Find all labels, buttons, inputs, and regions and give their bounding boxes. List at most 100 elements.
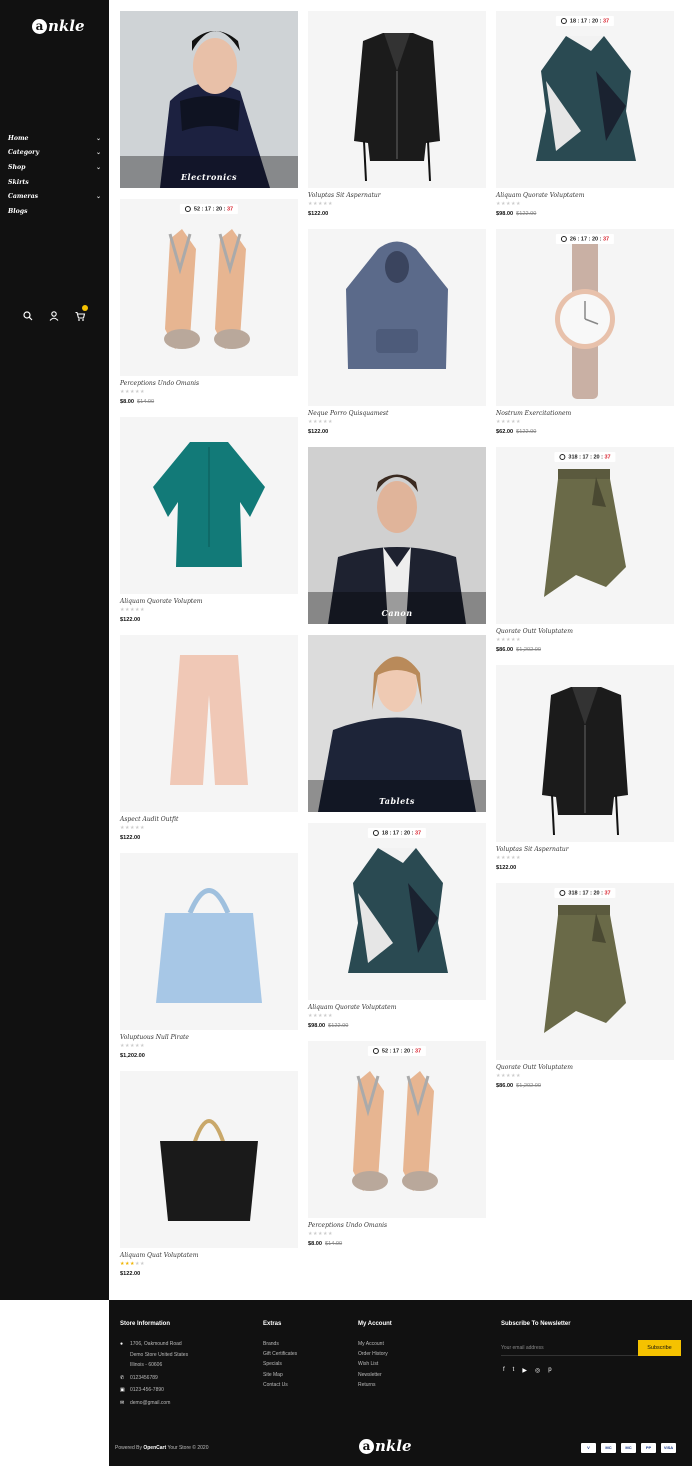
product-image[interactable]: 318 : 17 : 20 : 37	[496, 883, 674, 1060]
nav-item-label: Cameras	[8, 193, 39, 201]
category-banner[interactable]: Electronics	[120, 11, 298, 188]
banner-title[interactable]: Electronics	[120, 172, 298, 182]
product-image[interactable]	[308, 11, 486, 188]
nav-item-label: Category	[8, 149, 40, 157]
product-name[interactable]: Voluptas Sit Aspernatur	[308, 192, 381, 199]
search-icon[interactable]	[22, 309, 34, 321]
product-card[interactable]: Aliquam Quat Voluptatem ★★★★★ $122.00	[120, 1071, 298, 1281]
extras-title: Extras	[263, 1321, 282, 1327]
instagram-icon[interactable]: ◎	[535, 1367, 540, 1374]
youtube-icon[interactable]: ▶	[522, 1367, 527, 1374]
product-image[interactable]: 52 : 17 : 20 : 37	[308, 1041, 486, 1218]
nav-item-home[interactable]: Home ⌄	[8, 131, 101, 146]
product-name[interactable]: Aliquam Quorate Voluptatem	[308, 1004, 396, 1011]
footer-link[interactable]: Newsletter	[358, 1370, 392, 1380]
nav-item-category[interactable]: Category ⌄	[8, 146, 101, 161]
product-name[interactable]: Aliquam Quat Voluptatem	[120, 1252, 198, 1259]
footer-link[interactable]: Order History	[358, 1349, 392, 1359]
product-image[interactable]	[308, 229, 486, 406]
newsletter-email-input[interactable]: Your email address	[501, 1340, 638, 1356]
clock-icon	[559, 890, 566, 896]
product-name[interactable]: Quorate Outt Voluptatem	[496, 1064, 573, 1071]
rating-stars: ★★★★★	[496, 637, 521, 643]
product-name[interactable]: Perceptions Undo Omanis	[120, 380, 199, 387]
facebook-icon[interactable]: f	[503, 1367, 505, 1374]
product-name[interactable]: Aspect Audit Outfit	[120, 816, 178, 823]
product-image[interactable]: 318 : 17 : 20 : 37	[496, 447, 674, 624]
clock-icon	[559, 454, 566, 460]
twitter-icon[interactable]: t	[513, 1367, 515, 1374]
cart-icon[interactable]	[74, 305, 88, 321]
banner-image[interactable]: Tablets	[308, 635, 486, 812]
nav-item-blogs[interactable]: Blogs	[8, 204, 101, 219]
category-banner[interactable]: Tablets	[308, 635, 486, 812]
nav-item-skirts[interactable]: Skirts	[8, 175, 101, 190]
banner-image[interactable]: Canon	[308, 447, 486, 624]
product-image[interactable]: 18 : 17 : 20 : 37	[308, 823, 486, 1000]
clock-icon	[372, 830, 379, 836]
footer-link[interactable]: Gift Certificates	[263, 1349, 297, 1359]
category-banner[interactable]: Canon	[308, 447, 486, 624]
product-image[interactable]	[120, 853, 298, 1030]
product-name[interactable]: Quorate Outt Voluptatem	[496, 628, 573, 635]
product-image[interactable]	[120, 417, 298, 594]
product-name[interactable]: Voluptuous Null Pirate	[120, 1034, 189, 1041]
product-image[interactable]: 18 : 17 : 20 : 37	[496, 11, 674, 188]
nav-item-shop[interactable]: Shop ⌄	[8, 160, 101, 175]
product-card[interactable]: Neque Porro Quisquamest ★★★★★ $122.00	[308, 229, 486, 439]
footer-link[interactable]: Specials	[263, 1359, 297, 1369]
visa-icon: VISA	[661, 1443, 676, 1453]
banner-title[interactable]: Tablets	[308, 796, 486, 806]
cart-count-badge	[82, 305, 88, 311]
sidebar-icons	[22, 305, 88, 321]
product-price: $8.00 $14.00	[308, 1241, 343, 1247]
product-card[interactable]: 18 : 17 : 20 : 37 Aliquam Quorate Volupta…	[308, 823, 486, 1033]
countdown-timer: 318 : 17 : 20 : 37	[554, 452, 616, 463]
product-image[interactable]	[496, 665, 674, 842]
product-card[interactable]: Aliquam Quorate Voluptem ★★★★★ $122.00	[120, 417, 298, 627]
product-price: $98.00 $122.00	[308, 1023, 349, 1029]
store-email[interactable]: ✉ demo@gmail.com	[120, 1398, 188, 1409]
product-card[interactable]: 52 : 17 : 20 : 37 Perceptions Undo Omanis…	[120, 199, 298, 409]
footer-link[interactable]: My Account	[358, 1339, 392, 1349]
product-name[interactable]: Aliquam Quorate Voluptatem	[496, 192, 584, 199]
footer-link[interactable]: Brands	[263, 1339, 297, 1349]
product-image[interactable]	[120, 1071, 298, 1248]
footer-link[interactable]: Wish List	[358, 1359, 392, 1369]
product-name[interactable]: Perceptions Undo Omanis	[308, 1222, 387, 1229]
product-card[interactable]: 52 : 17 : 20 : 37 Perceptions Undo Omanis…	[308, 1041, 486, 1251]
product-image[interactable]: 52 : 17 : 20 : 37	[120, 199, 298, 376]
product-card[interactable]: 318 : 17 : 20 : 37 Quorate Outt Voluptate…	[496, 447, 674, 657]
product-card[interactable]: Voluptas Sit Aspernatur ★★★★★ $122.00	[496, 665, 674, 875]
product-name[interactable]: Voluptas Sit Aspernatur	[496, 846, 569, 853]
footer-link[interactable]: Site Map	[263, 1370, 297, 1380]
product-card[interactable]: 318 : 17 : 20 : 37 Quorate Outt Voluptate…	[496, 883, 674, 1093]
old-price: $1,202.00	[516, 647, 541, 653]
countdown-timer: 18 : 17 : 20 : 37	[367, 828, 427, 839]
subscribe-button[interactable]: Subscribe	[638, 1340, 681, 1356]
countdown-timer: 26 : 17 : 20 : 37	[555, 234, 615, 245]
product-image[interactable]: 26 : 17 : 20 : 37	[496, 229, 674, 406]
user-icon[interactable]	[48, 309, 60, 321]
banner-image[interactable]: Electronics	[120, 11, 298, 188]
product-card[interactable]: Voluptuous Null Pirate ★★★★★ $1,202.00	[120, 853, 298, 1063]
product-name[interactable]: Neque Porro Quisquamest	[308, 410, 388, 417]
product-card[interactable]: Voluptas Sit Aspernatur ★★★★★ $122.00	[308, 11, 486, 221]
pinterest-icon[interactable]: p	[548, 1367, 551, 1374]
rating-stars: ★★★★★	[120, 1261, 145, 1267]
banner-title[interactable]: Canon	[308, 608, 486, 618]
product-image[interactable]	[120, 635, 298, 812]
old-price: $14.00	[137, 399, 155, 405]
product-name[interactable]: Aliquam Quorate Voluptem	[120, 598, 202, 605]
footer-link[interactable]: Returns	[358, 1380, 392, 1390]
product-card[interactable]: 26 : 17 : 20 : 37 Nostrum Exercitationem ★…	[496, 229, 674, 439]
product-price: $86.00 $1,202.00	[496, 1083, 541, 1089]
opencart-link[interactable]: OpenCart	[143, 1445, 166, 1451]
footer-logo[interactable]: a nkle	[359, 1437, 412, 1455]
footer-link[interactable]: Contact Us	[263, 1380, 297, 1390]
product-name[interactable]: Nostrum Exercitationem	[496, 410, 571, 417]
nav-item-cameras[interactable]: Cameras ⌄	[8, 189, 101, 204]
product-card[interactable]: 18 : 17 : 20 : 37 Aliquam Quorate Volupta…	[496, 11, 674, 221]
brand-logo[interactable]: a nkle	[32, 17, 85, 35]
product-card[interactable]: Aspect Audit Outfit ★★★★★ $122.00	[120, 635, 298, 845]
